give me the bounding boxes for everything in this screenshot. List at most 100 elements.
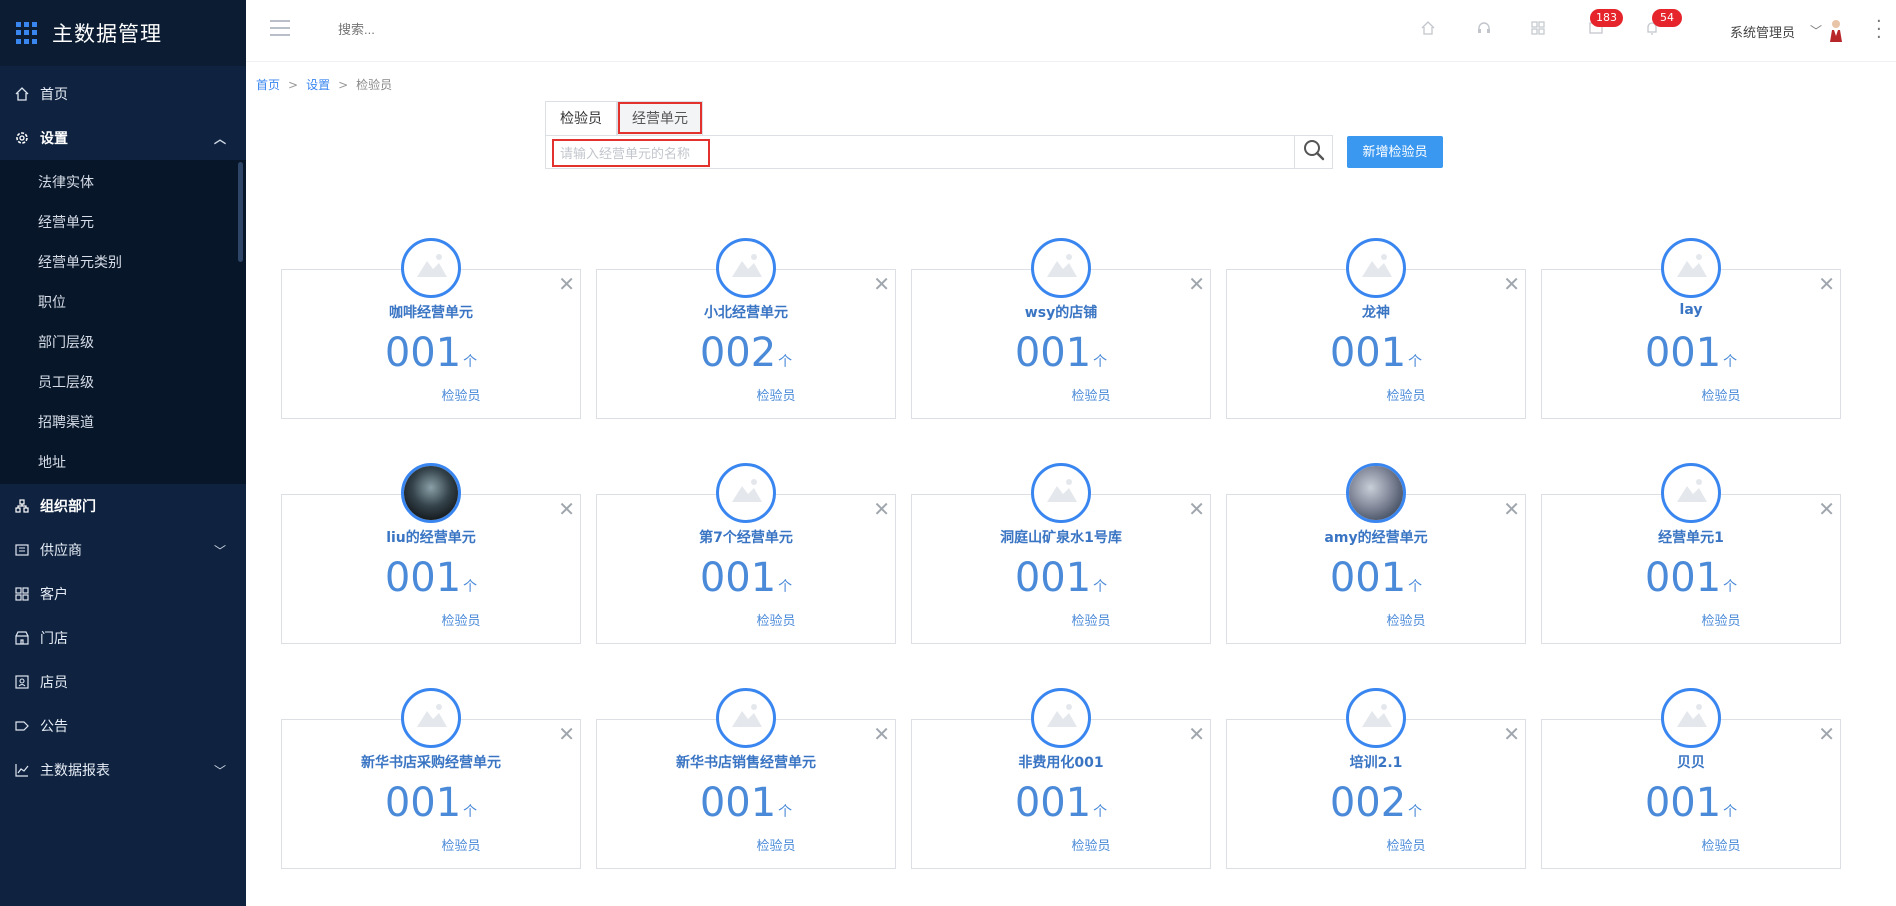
business-unit-card[interactable]: ✕ 非费用化001 001 个 检验员 bbox=[911, 688, 1211, 869]
sidebar-item-store[interactable]: 门店 bbox=[0, 616, 246, 660]
business-unit-card[interactable]: ✕ 龙神 001 个 检验员 bbox=[1226, 238, 1526, 419]
close-icon[interactable]: ✕ bbox=[1503, 724, 1520, 744]
inspector-count: 001 bbox=[384, 555, 462, 601]
business-unit-card[interactable]: ✕ 新华书店采购经营单元 001 个 检验员 bbox=[281, 688, 581, 869]
sidebar-item-home[interactable]: 首页 bbox=[0, 72, 246, 116]
card-role-label[interactable]: 检验员 bbox=[911, 835, 1211, 854]
menu-toggle-icon[interactable] bbox=[270, 20, 290, 36]
card-role-label[interactable]: 检验员 bbox=[1541, 835, 1841, 854]
message-count-badge[interactable]: 183 bbox=[1590, 9, 1623, 27]
card-role-label[interactable]: 检验员 bbox=[1541, 385, 1841, 404]
close-icon[interactable]: ✕ bbox=[558, 274, 575, 294]
sidebar-item-report[interactable]: 主数据报表 ﹀ bbox=[0, 748, 246, 792]
sidebar-menu: 首页 设置 ︿ 法律实体 经营单元 经营单元类别 职位 部门层级 员工层级 招聘… bbox=[0, 66, 246, 792]
business-unit-card[interactable]: ✕ 咖啡经营单元 001 个 检验员 bbox=[281, 238, 581, 419]
search-button[interactable] bbox=[1294, 136, 1332, 168]
submenu-item-recruit-channel[interactable]: 招聘渠道 bbox=[0, 402, 246, 442]
business-unit-card[interactable]: ✕ 洞庭山矿泉水1号库 001 个 检验员 bbox=[911, 463, 1211, 644]
business-unit-card[interactable]: ✕ wsy的店铺 001 个 检验员 bbox=[911, 238, 1211, 419]
card-role-label[interactable]: 检验员 bbox=[1226, 835, 1526, 854]
close-icon[interactable]: ✕ bbox=[1188, 499, 1205, 519]
close-icon[interactable]: ✕ bbox=[1818, 499, 1835, 519]
business-unit-card[interactable]: ✕ 新华书店销售经营单元 001 个 检验员 bbox=[596, 688, 896, 869]
card-count: 001 个 bbox=[596, 780, 896, 826]
tab-business-unit[interactable]: 经营单元 bbox=[617, 101, 703, 135]
close-icon[interactable]: ✕ bbox=[1503, 274, 1520, 294]
apps-grid-icon[interactable] bbox=[1530, 20, 1548, 38]
business-unit-card[interactable]: ✕ 小北经营单元 002 个 检验员 bbox=[596, 238, 896, 419]
close-icon[interactable]: ✕ bbox=[558, 724, 575, 744]
sidebar-scrollbar[interactable] bbox=[238, 162, 243, 262]
submenu-item-business-unit-category[interactable]: 经营单元类别 bbox=[0, 242, 246, 282]
sidebar-item-supplier[interactable]: 供应商 ﹀ bbox=[0, 528, 246, 572]
chevron-up-icon: ︿ bbox=[213, 132, 226, 146]
breadcrumb-settings[interactable]: 设置 bbox=[306, 78, 330, 92]
submenu-item-department-level[interactable]: 部门层级 bbox=[0, 322, 246, 362]
card-role-label[interactable]: 检验员 bbox=[1226, 385, 1526, 404]
business-unit-card[interactable]: ✕ 贝贝 001 个 检验员 bbox=[1541, 688, 1841, 869]
close-icon[interactable]: ✕ bbox=[1818, 274, 1835, 294]
submenu-item-position[interactable]: 职位 bbox=[0, 282, 246, 322]
business-unit-card[interactable]: ✕ 经营单元1 001 个 检验员 bbox=[1541, 463, 1841, 644]
business-unit-search-input[interactable] bbox=[552, 139, 710, 167]
card-role-label[interactable]: 检验员 bbox=[596, 385, 896, 404]
card-role-label[interactable]: 检验员 bbox=[281, 610, 581, 629]
count-unit: 个 bbox=[778, 804, 793, 820]
global-search-input[interactable] bbox=[338, 22, 538, 37]
headset-icon[interactable] bbox=[1476, 20, 1494, 38]
sidebar-item-settings[interactable]: 设置 ︿ bbox=[0, 116, 246, 160]
close-icon[interactable]: ✕ bbox=[1503, 499, 1520, 519]
close-icon[interactable]: ✕ bbox=[1188, 274, 1205, 294]
app-logo[interactable]: 主数据管理 bbox=[0, 0, 246, 66]
card-role-label[interactable]: 检验员 bbox=[911, 385, 1211, 404]
count-unit: 个 bbox=[1408, 579, 1423, 595]
business-unit-card[interactable]: ✕ amy的经营单元 001 个 检验员 bbox=[1226, 463, 1526, 644]
close-icon[interactable]: ✕ bbox=[873, 274, 890, 294]
card-role-label[interactable]: 检验员 bbox=[596, 835, 896, 854]
breadcrumb-home[interactable]: 首页 bbox=[256, 78, 280, 92]
notification-count-badge[interactable]: 54 bbox=[1652, 9, 1682, 27]
submenu-item-legal-entity[interactable]: 法律实体 bbox=[0, 162, 246, 202]
breadcrumb-current: 检验员 bbox=[356, 78, 393, 92]
submenu-item-address[interactable]: 地址 bbox=[0, 442, 246, 482]
user-avatar[interactable] bbox=[1826, 18, 1846, 42]
grid-logo-icon bbox=[16, 22, 38, 44]
card-role-label[interactable]: 检验员 bbox=[1541, 610, 1841, 629]
business-unit-card[interactable]: ✕ liu的经营单元 001 个 检验员 bbox=[281, 463, 581, 644]
card-role-label[interactable]: 检验员 bbox=[911, 610, 1211, 629]
sidebar-item-announcement[interactable]: 公告 bbox=[0, 704, 246, 748]
close-icon[interactable]: ✕ bbox=[873, 724, 890, 744]
sidebar-item-clerk[interactable]: 店员 bbox=[0, 660, 246, 704]
close-icon[interactable]: ✕ bbox=[873, 499, 890, 519]
business-unit-card[interactable]: ✕ 第7个经营单元 001 个 检验员 bbox=[596, 463, 896, 644]
card-title: 新华书店销售经营单元 bbox=[676, 755, 816, 771]
add-inspector-button[interactable]: 新增检验员 bbox=[1347, 136, 1443, 168]
card-count: 002 个 bbox=[1226, 780, 1526, 826]
submenu-item-employee-level[interactable]: 员工层级 bbox=[0, 362, 246, 402]
tab-inspector[interactable]: 检验员 bbox=[545, 101, 617, 135]
card-role-label[interactable]: 检验员 bbox=[1226, 610, 1526, 629]
chevron-down-icon: ﹀ bbox=[213, 544, 226, 558]
close-icon[interactable]: ✕ bbox=[1818, 724, 1835, 744]
sidebar-item-label: 组织部门 bbox=[40, 499, 96, 515]
card-role-label[interactable]: 检验员 bbox=[596, 610, 896, 629]
sidebar-item-organization[interactable]: 组织部门 bbox=[0, 484, 246, 528]
card-avatar bbox=[716, 688, 776, 748]
close-icon[interactable]: ✕ bbox=[558, 499, 575, 519]
sidebar-item-customer[interactable]: 客户 bbox=[0, 572, 246, 616]
card-role-label[interactable]: 检验员 bbox=[281, 385, 581, 404]
sidebar-item-label: 客户 bbox=[40, 587, 68, 603]
more-vertical-icon[interactable]: · · · bbox=[1876, 13, 1882, 47]
card-role-label[interactable]: 检验员 bbox=[281, 835, 581, 854]
submenu-item-business-unit[interactable]: 经营单元 bbox=[0, 202, 246, 242]
business-unit-card[interactable]: ✕ 培训2.1 002 个 检验员 bbox=[1226, 688, 1526, 869]
card-title: 龙神 bbox=[1362, 305, 1390, 321]
inspector-count: 001 bbox=[384, 780, 462, 826]
business-unit-card[interactable]: ✕ lay 001 个 检验员 bbox=[1541, 238, 1841, 419]
gear-icon bbox=[14, 130, 30, 146]
chevron-down-icon[interactable]: ﹀ bbox=[1810, 22, 1822, 39]
close-icon[interactable]: ✕ bbox=[1188, 724, 1205, 744]
supplier-icon bbox=[14, 542, 30, 558]
user-name[interactable]: 系统管理员 bbox=[1730, 22, 1795, 41]
home-icon[interactable] bbox=[1420, 20, 1438, 38]
